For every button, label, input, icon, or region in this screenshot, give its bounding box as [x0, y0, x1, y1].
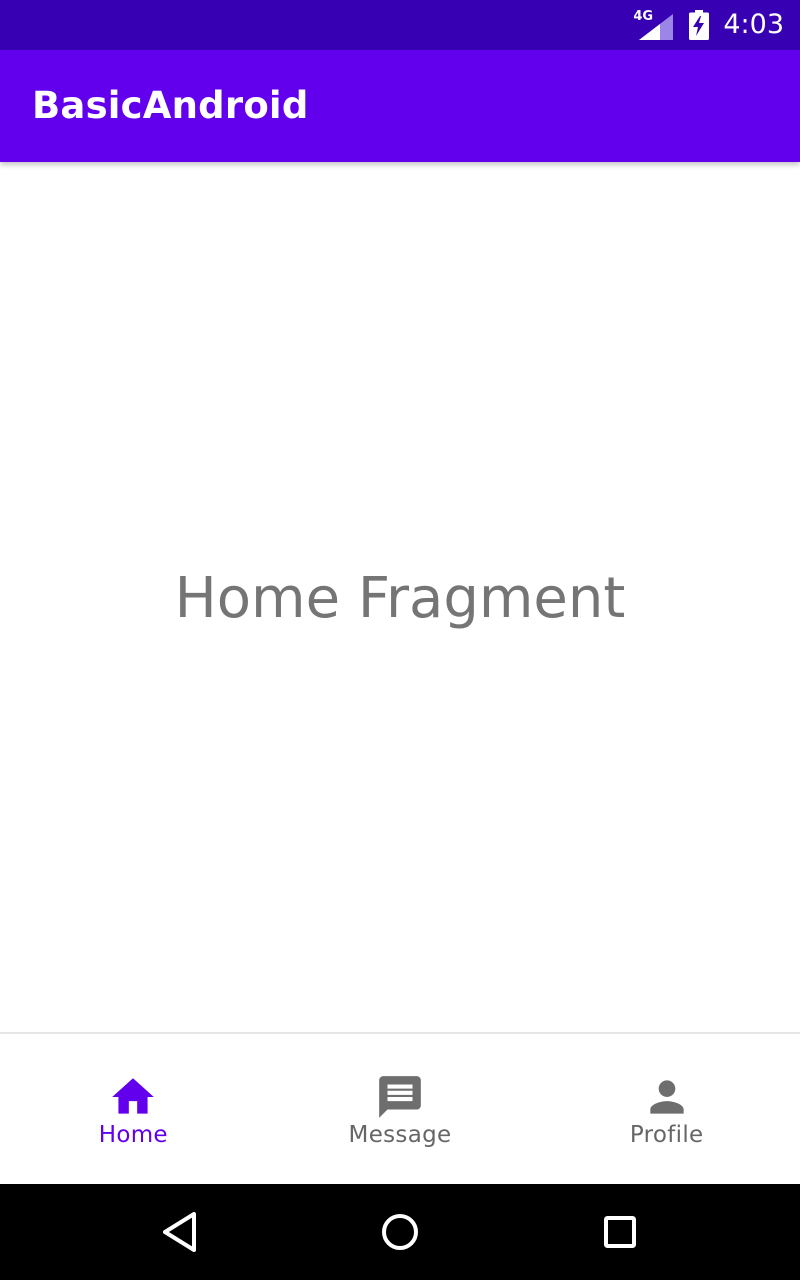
- nav-label-profile: Profile: [629, 1122, 704, 1148]
- person-icon: [642, 1072, 692, 1122]
- nav-label-message: Message: [348, 1122, 452, 1148]
- fragment-label: Home Fragment: [174, 566, 626, 631]
- message-icon: [375, 1072, 425, 1122]
- signal-icon: [639, 14, 674, 40]
- status-clock: 4:03: [723, 9, 784, 40]
- nav-label-home: Home: [98, 1122, 168, 1148]
- app-title: BasicAndroid: [32, 84, 309, 127]
- app-bar: BasicAndroid: [0, 50, 800, 162]
- home-icon: [108, 1072, 158, 1122]
- status-indicators: 4G 4:03: [633, 0, 784, 50]
- nav-item-profile[interactable]: Profile: [533, 1034, 800, 1184]
- battery-charging-icon: [689, 10, 710, 40]
- bottom-navigation: Home Message Profile: [0, 1032, 800, 1184]
- home-circle-icon[interactable]: [376, 1208, 424, 1256]
- status-bar: 4G 4:03: [0, 0, 800, 50]
- nav-item-home[interactable]: Home: [0, 1034, 267, 1184]
- back-icon[interactable]: [156, 1208, 204, 1256]
- network-indicator: 4G: [633, 10, 674, 40]
- nav-item-message[interactable]: Message: [267, 1034, 534, 1184]
- system-navigation-bar: [0, 1184, 800, 1280]
- android-screen: 4G 4:03 BasicAndroid Home Fragment Home …: [0, 0, 800, 1280]
- fragment-container: Home Fragment: [0, 162, 800, 1032]
- recents-icon[interactable]: [596, 1208, 644, 1256]
